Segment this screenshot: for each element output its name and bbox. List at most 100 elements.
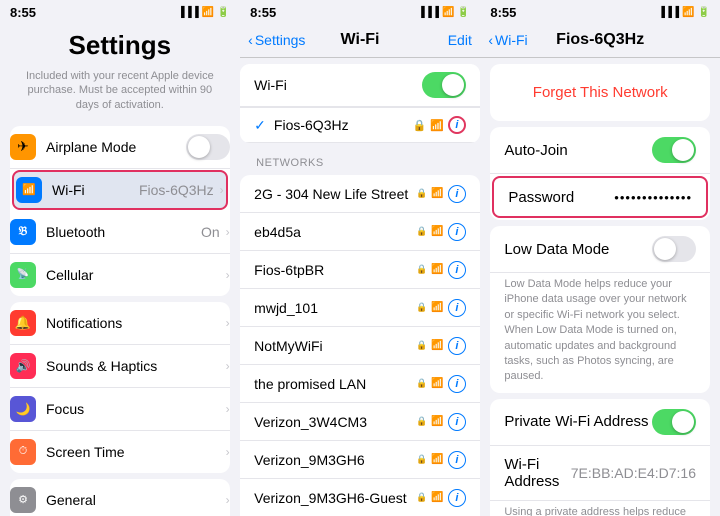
back-chevron-icon: ‹ xyxy=(248,32,253,48)
airplane-toggle[interactable] xyxy=(186,134,230,160)
network-item-4[interactable]: NotMyWiFi 🔒 📶 i xyxy=(240,327,480,365)
network-info-6[interactable]: i xyxy=(448,413,466,431)
network-icons-2: 🔒 📶 i xyxy=(416,261,466,279)
autojoin-row: Auto-Join xyxy=(490,127,710,174)
status-bar-2: 8:55 ▐▐▐ 📶 🔋 xyxy=(240,0,480,22)
private-address-toggle[interactable] xyxy=(652,409,696,435)
connected-network-icons: 🔒 📶 i xyxy=(412,116,465,134)
network-info-4[interactable]: i xyxy=(448,337,466,355)
network-info-3[interactable]: i xyxy=(448,299,466,317)
network-item-8[interactable]: Verizon_9M3GH6-Guest 🔒 📶 i xyxy=(240,479,480,516)
network-info-8[interactable]: i xyxy=(448,489,466,507)
detail-nav-title: Fios-6Q3Hz xyxy=(556,31,644,49)
settings-subtitle: Included with your recent Apple device p… xyxy=(0,65,240,120)
time-1: 8:55 xyxy=(10,5,36,20)
network-info-0[interactable]: i xyxy=(448,185,466,203)
network-icons-7: 🔒 📶 i xyxy=(416,451,466,469)
wifi-value: Fios-6Q3Hz xyxy=(139,182,214,198)
network-info-7[interactable]: i xyxy=(448,451,466,469)
low-data-toggle[interactable] xyxy=(652,236,696,262)
settings-group-1: ✈ Airplane Mode 📶 Wi-Fi Fios-6Q3Hz › 𝔅 B… xyxy=(0,126,240,296)
network-detail-panel: 8:55 ▐▐▐ 📶 🔋 ‹ Wi-Fi Fios-6Q3Hz Forget T… xyxy=(480,0,720,516)
private-address-label: Private Wi-Fi Address xyxy=(504,413,652,430)
wifi-toggle[interactable] xyxy=(422,72,466,98)
status-icons-3: ▐▐▐ 📶 🔋 xyxy=(658,7,710,18)
wifi-scroll: Wi-Fi ✓ Fios-6Q3Hz 🔒 📶 i NETWORKS 2G - 3… xyxy=(240,58,480,516)
settings-item-general[interactable]: ⚙ General › xyxy=(10,479,230,516)
sounds-icon: 🔊 xyxy=(10,353,36,379)
wifi-panel: 8:55 ▐▐▐ 📶 🔋 ‹ Settings Wi-Fi Edit Wi-Fi… xyxy=(240,0,480,516)
bluetooth-value: On xyxy=(201,224,220,240)
settings-item-screentime[interactable]: ⏱ Screen Time › xyxy=(10,431,230,473)
bluetooth-chevron: › xyxy=(226,225,230,239)
network-lock-5: 🔒 xyxy=(416,378,427,389)
settings-list-2: 🔔 Notifications › 🔊 Sounds & Haptics › 🌙… xyxy=(10,302,230,473)
cellular-icon: 📡 xyxy=(10,262,36,288)
low-data-desc: Low Data Mode helps reduce your iPhone d… xyxy=(490,273,710,393)
network-info-5[interactable]: i xyxy=(448,375,466,393)
network-item-1[interactable]: eb4d5a 🔒 📶 i xyxy=(240,213,480,251)
connected-network-row[interactable]: ✓ Fios-6Q3Hz 🔒 📶 i xyxy=(240,107,480,143)
settings-item-focus[interactable]: 🌙 Focus › xyxy=(10,388,230,431)
signal-icon-2: ▐▐▐ xyxy=(418,7,439,18)
settings-item-notifications[interactable]: 🔔 Notifications › xyxy=(10,302,230,345)
network-item-3[interactable]: mwjd_101 🔒 📶 i xyxy=(240,289,480,327)
forget-row[interactable]: Forget This Network xyxy=(490,64,710,121)
checkmark-icon: ✓ xyxy=(254,117,266,134)
network-lock-7: 🔒 xyxy=(416,454,427,465)
network-item-0[interactable]: 2G - 304 New Life Street 🔒 📶 i xyxy=(240,175,480,213)
wifi-toggle-row: Wi-Fi xyxy=(240,64,480,107)
network-info-1[interactable]: i xyxy=(448,223,466,241)
wifi-chevron: › xyxy=(220,183,224,197)
low-data-label: Low Data Mode xyxy=(504,241,652,258)
wifi-edit-button[interactable]: Edit xyxy=(448,32,472,48)
network-item-7[interactable]: Verizon_9M3GH6 🔒 📶 i xyxy=(240,441,480,479)
wifi-address-label: Wi-Fi Address xyxy=(504,456,570,490)
network-item-5[interactable]: the promised LAN 🔒 📶 i xyxy=(240,365,480,403)
wifi-address-desc: Using a private address helps reduce tra… xyxy=(490,501,710,516)
forget-button[interactable]: Forget This Network xyxy=(504,74,696,111)
time-3: 8:55 xyxy=(490,5,516,20)
airplane-label: Airplane Mode xyxy=(46,139,186,155)
wifi-icon-2: 📶 xyxy=(442,7,454,18)
bluetooth-label: Bluetooth xyxy=(46,224,201,240)
screentime-icon: ⏱ xyxy=(10,439,36,465)
signal-icon-3: ▐▐▐ xyxy=(658,7,679,18)
network-name-0: 2G - 304 New Life Street xyxy=(254,186,416,202)
wifi-icon: 📶 xyxy=(16,177,42,203)
general-icon: ⚙ xyxy=(10,487,36,513)
cellular-label: Cellular xyxy=(46,267,224,283)
signal-strength-icon: 📶 xyxy=(430,119,444,132)
network-item-6[interactable]: Verizon_3W4CM3 🔒 📶 i xyxy=(240,403,480,441)
settings-item-bluetooth[interactable]: 𝔅 Bluetooth On › xyxy=(10,211,230,254)
autojoin-toggle[interactable] xyxy=(652,137,696,163)
detail-back-chevron: ‹ xyxy=(488,32,493,48)
network-info-2[interactable]: i xyxy=(448,261,466,279)
settings-item-wifi[interactable]: 📶 Wi-Fi Fios-6Q3Hz › xyxy=(12,170,228,210)
detail-scroll: Forget This Network Auto-Join Password •… xyxy=(480,58,720,516)
wifi-back-label: Settings xyxy=(255,32,306,48)
password-value: •••••••••••••• xyxy=(614,190,692,205)
connected-info-button[interactable]: i xyxy=(448,116,466,134)
settings-group-2: 🔔 Notifications › 🔊 Sounds & Haptics › 🌙… xyxy=(0,302,240,473)
settings-item-airplane[interactable]: ✈ Airplane Mode xyxy=(10,126,230,169)
settings-item-cellular[interactable]: 📡 Cellular › xyxy=(10,254,230,296)
detail-back-button[interactable]: ‹ Wi-Fi xyxy=(488,32,527,48)
focus-icon: 🌙 xyxy=(10,396,36,422)
settings-title: Settings xyxy=(16,30,224,61)
network-lock-0: 🔒 xyxy=(416,188,427,199)
settings-item-sounds[interactable]: 🔊 Sounds & Haptics › xyxy=(10,345,230,388)
network-signal-3: 📶 xyxy=(431,302,443,313)
network-name-1: eb4d5a xyxy=(254,224,416,240)
wifi-toggle-label: Wi-Fi xyxy=(254,77,422,93)
network-icons-8: 🔒 📶 i xyxy=(416,489,466,507)
network-icons-3: 🔒 📶 i xyxy=(416,299,466,317)
notifications-label: Notifications xyxy=(46,315,224,331)
private-address-row: Private Wi-Fi Address xyxy=(490,399,710,446)
networks-section-label: NETWORKS xyxy=(240,149,480,173)
detail-nav-bar: ‹ Wi-Fi Fios-6Q3Hz xyxy=(480,22,720,58)
focus-label: Focus xyxy=(46,401,224,417)
password-row[interactable]: Password •••••••••••••• xyxy=(492,176,708,218)
network-item-2[interactable]: Fios-6tpBR 🔒 📶 i xyxy=(240,251,480,289)
wifi-back-button[interactable]: ‹ Settings xyxy=(248,32,305,48)
